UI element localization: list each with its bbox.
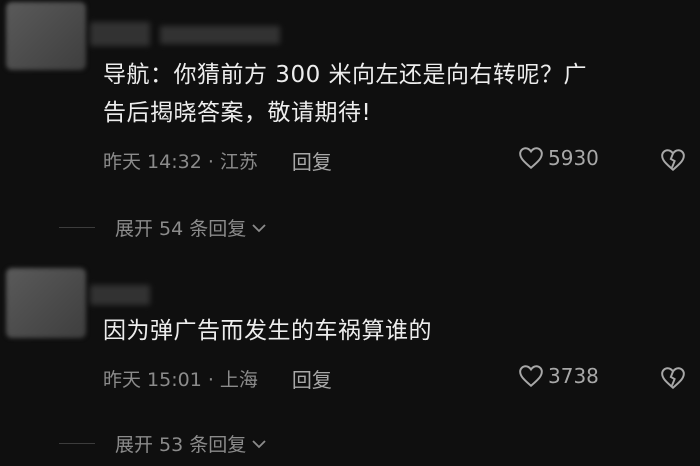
comment-text: 因为弹广告而发生的车祸算谁的 xyxy=(103,312,683,350)
like-button[interactable]: 3738 xyxy=(518,364,599,388)
expand-replies-label: 展开 54 条回复 xyxy=(115,218,247,240)
comment-location: 上海 xyxy=(219,369,258,391)
chevron-down-icon xyxy=(252,223,266,232)
comment-text-line: 导航：你猜前方 300 米向左还是向右转呢？广 xyxy=(103,62,588,88)
blurred-username xyxy=(90,285,150,305)
divider xyxy=(59,227,95,228)
comment-meta: 昨天 15:01 · 上海 回复 xyxy=(103,364,332,393)
divider xyxy=(59,443,95,444)
avatar[interactable] xyxy=(6,2,86,70)
comment-time: 昨天 15:01 · xyxy=(103,369,214,391)
reply-button[interactable]: 回复 xyxy=(292,146,332,175)
avatar[interactable] xyxy=(6,268,86,338)
broken-heart-icon xyxy=(661,367,685,390)
comment-text-line: 因为弹广告而发生的车祸算谁的 xyxy=(103,318,432,344)
expand-replies-button[interactable]: 展开 53 条回复 xyxy=(59,430,268,457)
chevron-down-icon xyxy=(252,439,266,448)
blurred-username xyxy=(90,22,150,46)
like-button[interactable]: 5930 xyxy=(518,146,599,170)
like-count: 3738 xyxy=(548,364,599,388)
comment-text: 导航：你猜前方 300 米向左还是向右转呢？广 告后揭晓答案，敬请期待! xyxy=(103,56,683,132)
comment-location: 江苏 xyxy=(219,151,258,173)
comment-meta: 昨天 14:32 · 江苏 回复 xyxy=(103,146,332,175)
comment-text-line: 告后揭晓答案，敬请期待! xyxy=(103,100,372,126)
dislike-button[interactable] xyxy=(660,366,686,394)
dislike-button[interactable] xyxy=(660,148,686,176)
heart-outline-icon xyxy=(519,365,543,388)
broken-heart-icon xyxy=(661,149,685,172)
expand-replies-button[interactable]: 展开 54 条回复 xyxy=(59,214,268,241)
expand-replies-label: 展开 53 条回复 xyxy=(115,434,247,456)
reply-button[interactable]: 回复 xyxy=(292,364,332,393)
comment-time: 昨天 14:32 · xyxy=(103,151,214,173)
like-count: 5930 xyxy=(548,146,599,170)
heart-outline-icon xyxy=(519,147,543,170)
blurred-username xyxy=(160,26,280,44)
